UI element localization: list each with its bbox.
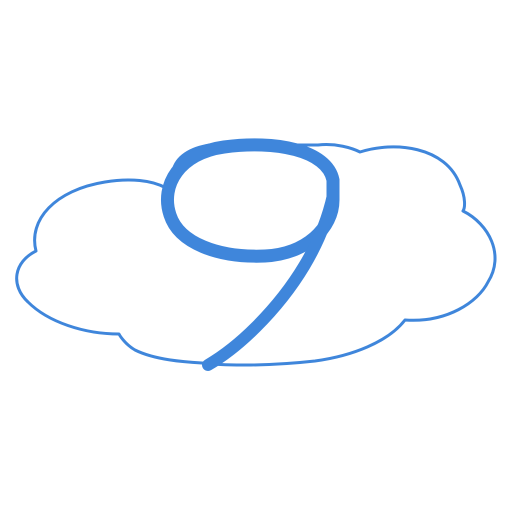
app-canvas [0, 0, 512, 512]
cloud-nine-logo-icon [15, 138, 497, 371]
